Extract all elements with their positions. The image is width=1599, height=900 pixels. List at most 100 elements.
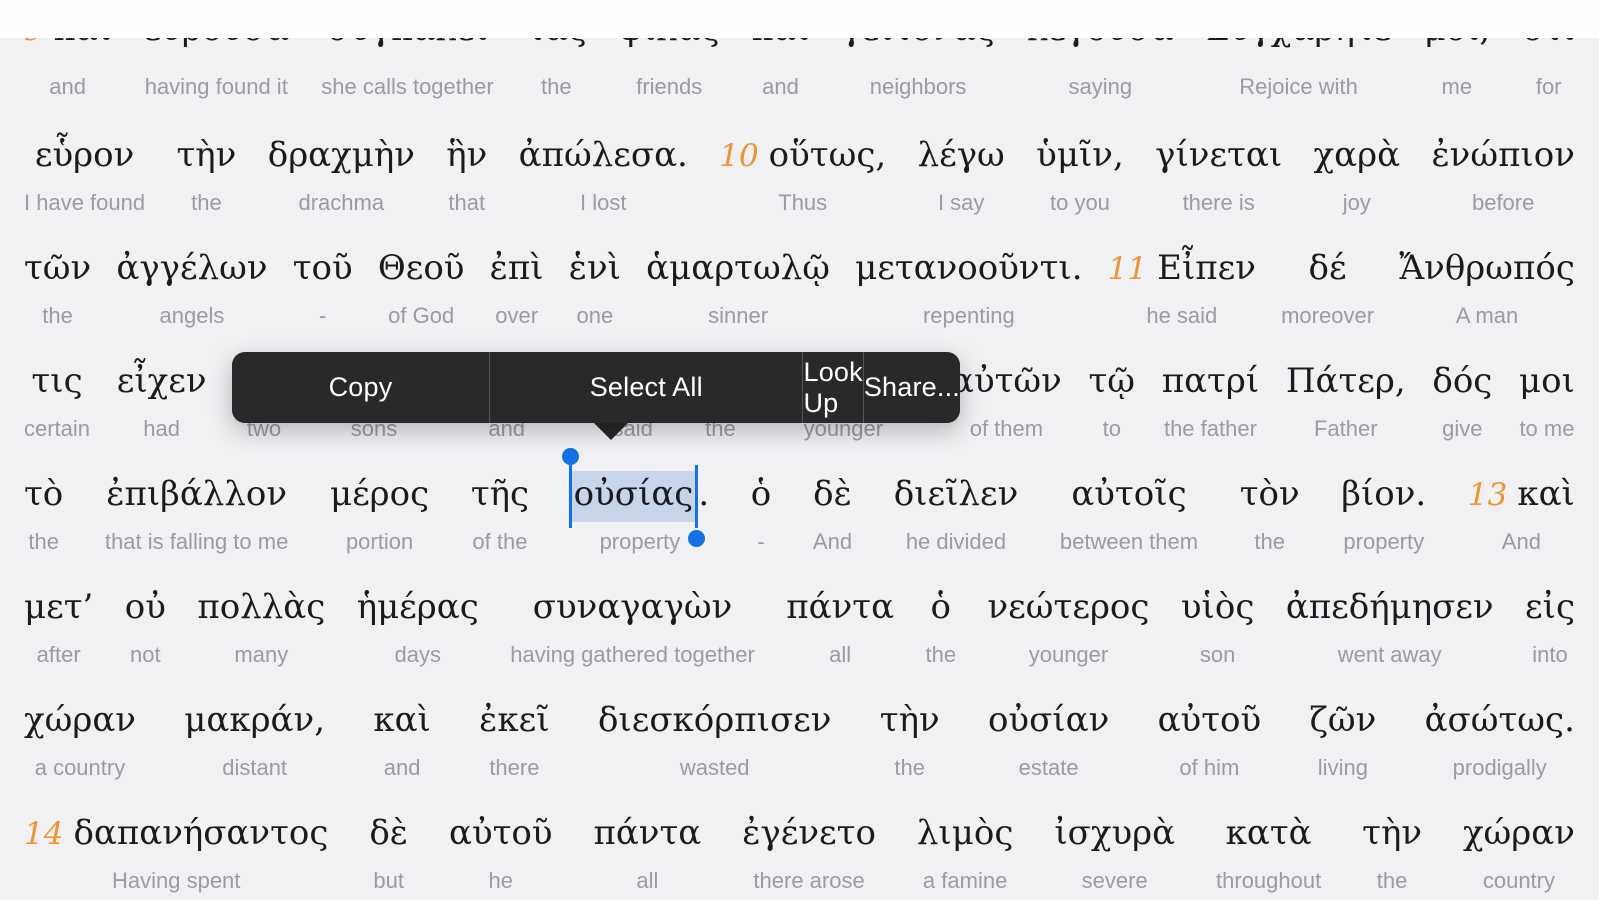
greek-word[interactable]: μετ’: [24, 572, 93, 642]
greek-word[interactable]: καὶ: [752, 38, 810, 56]
greek-word[interactable]: ἐγένετο: [742, 798, 876, 868]
word-unit[interactable]: ὁ-: [751, 459, 771, 555]
greek-word[interactable]: μέρος: [330, 459, 429, 529]
word-unit[interactable]: τοῦ-: [293, 233, 353, 329]
greek-word[interactable]: ἀπώλεσα.: [519, 120, 688, 190]
greek-word[interactable]: νεώτερος: [988, 572, 1150, 642]
greek-word[interactable]: υἱὸς: [1181, 572, 1255, 642]
greek-word[interactable]: εὗρον: [35, 120, 134, 190]
word-unit[interactable]: αὐτῶνof them: [951, 346, 1062, 442]
greek-word[interactable]: τὰς: [526, 38, 587, 56]
word-unit[interactable]: τὰςthe: [526, 38, 587, 100]
word-unit[interactable]: Πάτερ,Father: [1286, 346, 1406, 442]
word-unit[interactable]: μοι,me: [1423, 38, 1490, 100]
word-unit[interactable]: ἐπὶover: [490, 233, 544, 329]
word-unit[interactable]: τιςcertain: [24, 346, 90, 442]
word-unit[interactable]: χώρανa country: [24, 685, 136, 781]
word-unit[interactable]: ἀσώτως.prodigally: [1425, 685, 1575, 781]
word-unit[interactable]: δραχμὴνdrachma: [268, 120, 415, 216]
greek-word[interactable]: ζῶν: [1309, 685, 1376, 755]
word-unit[interactable]: ζῶνliving: [1309, 685, 1376, 781]
word-unit[interactable]: ὁthe: [925, 572, 956, 668]
greek-word[interactable]: χώραν: [24, 685, 136, 755]
greek-word[interactable]: Ἄνθρωπός: [1399, 233, 1575, 303]
word-unit[interactable]: 14δαπανήσαντοςHaving spent: [24, 798, 328, 894]
word-unit[interactable]: οὐσίας.property: [571, 459, 710, 555]
word-unit[interactable]: μετανοοῦντι.repenting: [855, 233, 1082, 329]
greek-word[interactable]: οὐσίας.: [571, 459, 710, 529]
greek-word[interactable]: ἐπιβάλλον: [106, 459, 287, 529]
greek-word[interactable]: γείτονας: [842, 38, 995, 56]
word-unit[interactable]: μακράν,distant: [184, 685, 325, 781]
word-unit[interactable]: ἁμαρτωλῷsinner: [646, 233, 830, 329]
word-unit[interactable]: δόςgive: [1432, 346, 1492, 442]
word-unit[interactable]: εὑροῦσαhaving found it: [143, 38, 289, 100]
word-unit[interactable]: τὸthe: [24, 459, 63, 555]
greek-word[interactable]: τις: [31, 346, 82, 416]
word-unit[interactable]: 11Εἶπενhe said: [1108, 233, 1256, 329]
greek-word[interactable]: ἐνώπιον: [1431, 120, 1574, 190]
greek-word[interactable]: ὁ: [751, 459, 771, 529]
word-unit[interactable]: εἰςinto: [1525, 572, 1575, 668]
greek-word[interactable]: λέγω: [918, 120, 1005, 190]
greek-word[interactable]: Πάτερ,: [1286, 346, 1406, 416]
greek-word[interactable]: δραχμὴν: [268, 120, 415, 190]
word-unit[interactable]: μετ’after: [24, 572, 93, 668]
word-unit[interactable]: ἀπώλεσα.I lost: [519, 120, 688, 216]
greek-word[interactable]: μετανοοῦντι.: [855, 233, 1082, 303]
word-unit[interactable]: γείτοναςneighbors: [842, 38, 995, 100]
word-unit[interactable]: μοιto me: [1519, 346, 1575, 442]
greek-word[interactable]: ὁ: [931, 572, 951, 642]
greek-word[interactable]: αὐτοῦ: [1158, 685, 1262, 755]
menu-item-copy[interactable]: Copy: [232, 352, 489, 423]
word-unit[interactable]: πατρίthe father: [1162, 346, 1259, 442]
word-unit[interactable]: ἡμέραςdays: [357, 572, 479, 668]
greek-word[interactable]: δός: [1432, 346, 1492, 416]
greek-word[interactable]: γίνεται: [1155, 120, 1282, 190]
greek-word[interactable]: 11Εἶπεν: [1108, 233, 1256, 303]
word-unit[interactable]: 10οὕτως,Thus: [719, 120, 886, 216]
greek-word[interactable]: καὶ: [373, 685, 431, 755]
greek-word[interactable]: ὑμῖν,: [1036, 120, 1124, 190]
greek-word[interactable]: τῶν: [24, 233, 91, 303]
selection-handle-end-icon[interactable]: [688, 530, 705, 547]
greek-word[interactable]: 14δαπανήσαντος: [24, 798, 328, 868]
word-unit[interactable]: οὐσίανestate: [988, 685, 1109, 781]
word-unit[interactable]: αὐτοῦhe: [449, 798, 553, 894]
greek-word[interactable]: τὴν: [176, 120, 236, 190]
greek-word[interactable]: πατρί: [1162, 346, 1259, 416]
word-unit[interactable]: ἐκεῖthere: [479, 685, 549, 781]
greek-word[interactable]: εὑροῦσα: [143, 38, 289, 56]
greek-word[interactable]: τῷ: [1089, 346, 1136, 416]
selected-word[interactable]: οὐσίας: [571, 471, 697, 522]
word-unit[interactable]: τῶνthe: [24, 233, 91, 329]
greek-word[interactable]: φίλας: [619, 38, 720, 56]
word-unit[interactable]: αὐτοῖςbetween them: [1060, 459, 1198, 555]
greek-word[interactable]: Συγχάρητέ: [1206, 38, 1391, 56]
greek-word[interactable]: ἀπεδήμησεν: [1286, 572, 1494, 642]
greek-word[interactable]: πάντα: [594, 798, 702, 868]
word-unit[interactable]: 9καὶand: [24, 38, 111, 100]
greek-word[interactable]: τὸν: [1240, 459, 1300, 529]
word-unit[interactable]: φίλαςfriends: [619, 38, 720, 100]
word-unit[interactable]: λέγουσαsaying: [1027, 38, 1174, 100]
greek-word[interactable]: συναγαγὼν: [533, 572, 733, 642]
word-unit[interactable]: οὐnot: [125, 572, 166, 668]
greek-word[interactable]: λέγουσα: [1027, 38, 1174, 56]
word-unit[interactable]: δὲAnd: [813, 459, 852, 555]
selection-handle-start-icon[interactable]: [562, 448, 579, 465]
word-unit[interactable]: τὸνthe: [1240, 459, 1300, 555]
word-unit[interactable]: πολλὰςmany: [197, 572, 325, 668]
greek-word[interactable]: συγκαλεῖ: [327, 38, 488, 56]
greek-word[interactable]: εἰς: [1525, 572, 1575, 642]
word-unit[interactable]: Θεοῦof God: [378, 233, 465, 329]
greek-word[interactable]: ἀγγέλων: [116, 233, 267, 303]
word-unit[interactable]: πάνταall: [594, 798, 702, 894]
word-unit[interactable]: ἣνthat: [446, 120, 487, 216]
greek-word[interactable]: δέ: [1309, 233, 1347, 303]
greek-word[interactable]: λιμὸς: [917, 798, 1014, 868]
word-unit[interactable]: ὅτιfor: [1522, 38, 1575, 100]
word-unit[interactable]: τῆςof the: [471, 459, 529, 555]
word-unit[interactable]: λιμὸςa famine: [917, 798, 1014, 894]
menu-item-select-all[interactable]: Select All: [490, 352, 802, 423]
